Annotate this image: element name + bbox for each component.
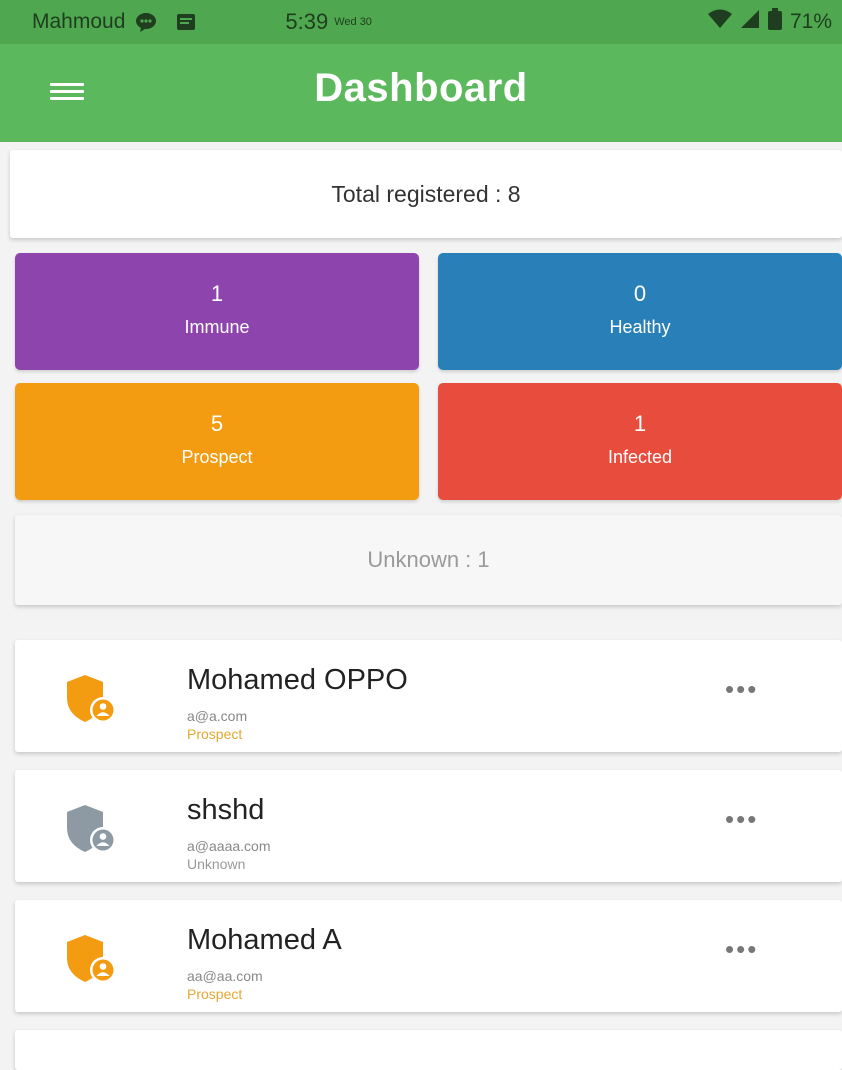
stat-infected-count: 1 <box>633 411 647 436</box>
more-options-icon[interactable]: ••• <box>725 674 758 705</box>
user-email: aa@aa.com <box>187 968 263 984</box>
stat-prospect[interactable]: 5 Prospect <box>15 383 419 500</box>
stat-immune[interactable]: 1 Immune <box>15 253 419 370</box>
status-bar-time: 5:39 <box>285 9 329 34</box>
user-name: Mohamed OPPO <box>187 664 408 696</box>
shield-user-icon <box>63 672 119 724</box>
stat-prospect-count: 5 <box>210 411 224 436</box>
user-status: Unknown <box>187 856 246 872</box>
shield-user-icon <box>63 802 119 854</box>
stat-infected[interactable]: 1 Infected <box>438 383 842 500</box>
more-options-icon[interactable]: ••• <box>725 804 758 835</box>
user-status: Prospect <box>187 986 243 1002</box>
status-bar-date: Wed 30 <box>334 16 372 28</box>
stat-healthy-count: 0 <box>633 281 647 306</box>
wifi-icon <box>707 9 732 35</box>
stat-prospect-label: Prospect <box>181 447 253 467</box>
user-name: shshd <box>187 794 265 826</box>
stat-infected-label: Infected <box>607 447 673 467</box>
list-item[interactable]: Mohamed OPPO a@a.com Prospect ••• <box>15 640 842 752</box>
user-name: Mohamed A <box>187 924 342 956</box>
unknown-card: Unknown : 1 <box>15 515 842 605</box>
app-bar: Dashboard <box>0 44 842 142</box>
total-registered-card: Total registered : 8 <box>10 150 842 238</box>
shield-user-icon <box>63 932 119 984</box>
page-title: Dashboard <box>314 66 528 110</box>
user-email: a@a.com <box>187 708 248 724</box>
message-icon <box>175 11 197 33</box>
user-email: a@aaaa.com <box>187 838 271 854</box>
battery-icon <box>767 8 782 36</box>
stat-healthy-label: Healthy <box>609 317 671 337</box>
unknown-label: Unknown : 1 <box>367 547 490 572</box>
total-registered-label: Total registered : 8 <box>331 181 521 207</box>
battery-level: 71% <box>789 10 832 33</box>
signal-icon <box>740 9 760 35</box>
list-item[interactable]: Mohamed A aa@aa.com Prospect ••• <box>15 900 842 1012</box>
messenger-icon <box>135 11 157 33</box>
stat-immune-count: 1 <box>210 281 224 306</box>
user-status: Prospect <box>187 726 243 742</box>
stat-immune-label: Immune <box>184 317 250 337</box>
status-bar: Mahmoud 5:39 Wed 30 71% <box>0 0 842 44</box>
stat-healthy[interactable]: 0 Healthy <box>438 253 842 370</box>
list-item[interactable]: shshd a@aaaa.com Unknown ••• <box>15 770 842 882</box>
more-options-icon[interactable]: ••• <box>725 934 758 965</box>
status-bar-owner: Mahmoud <box>32 10 126 33</box>
list-item-partial[interactable] <box>15 1030 842 1070</box>
